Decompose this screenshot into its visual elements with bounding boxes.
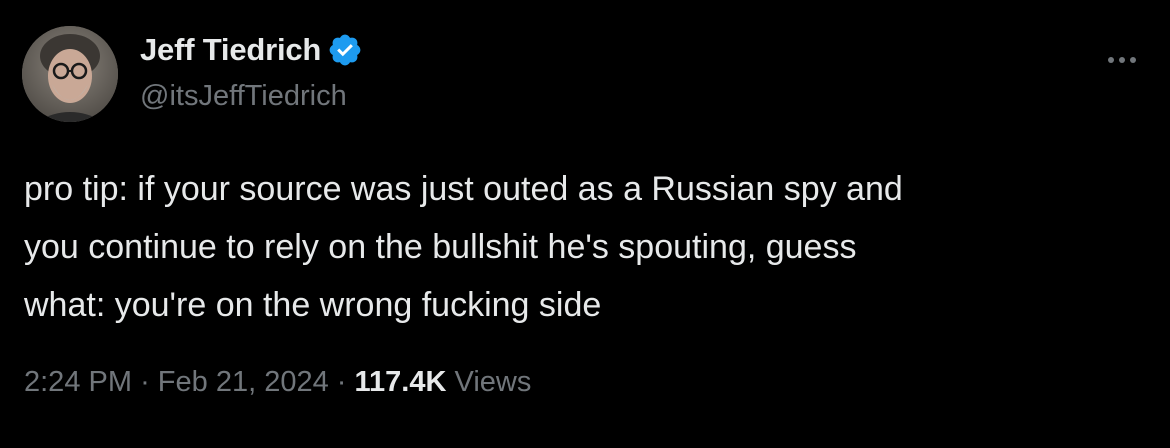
views-label: Views bbox=[454, 366, 532, 398]
author-name-row: Jeff Tiedrich bbox=[140, 30, 363, 70]
avatar[interactable] bbox=[22, 26, 118, 122]
tweet-text-line: you continue to rely on the bullshit he'… bbox=[24, 228, 857, 266]
tweet-text: pro tip: if your source was just outed a… bbox=[24, 160, 1134, 334]
more-options-button[interactable] bbox=[1100, 50, 1144, 70]
views-count[interactable]: 117.4K bbox=[355, 366, 447, 398]
tweet-text-line: pro tip: if your source was just outed a… bbox=[24, 170, 903, 208]
meta-separator: · bbox=[336, 366, 347, 398]
more-dot-icon bbox=[1108, 57, 1114, 63]
verified-badge-icon[interactable] bbox=[327, 32, 363, 68]
tweet-time[interactable]: 2:24 PM bbox=[24, 366, 132, 398]
tweet-card: Jeff Tiedrich @itsJeffTiedrich pro tip: … bbox=[0, 0, 1170, 448]
more-dot-icon bbox=[1130, 57, 1136, 63]
more-dot-icon bbox=[1119, 57, 1125, 63]
tweet-meta: 2:24 PM · Feb 21, 2024 · 117.4K Views bbox=[24, 366, 531, 399]
tweet-text-line: what: you're on the wrong fucking side bbox=[24, 286, 602, 324]
meta-separator: · bbox=[140, 366, 150, 398]
avatar-photo-icon bbox=[22, 26, 118, 122]
author-display-name[interactable]: Jeff Tiedrich bbox=[140, 32, 321, 68]
author-handle[interactable]: @itsJeffTiedrich bbox=[140, 80, 347, 113]
tweet-date[interactable]: Feb 21, 2024 bbox=[158, 366, 329, 398]
